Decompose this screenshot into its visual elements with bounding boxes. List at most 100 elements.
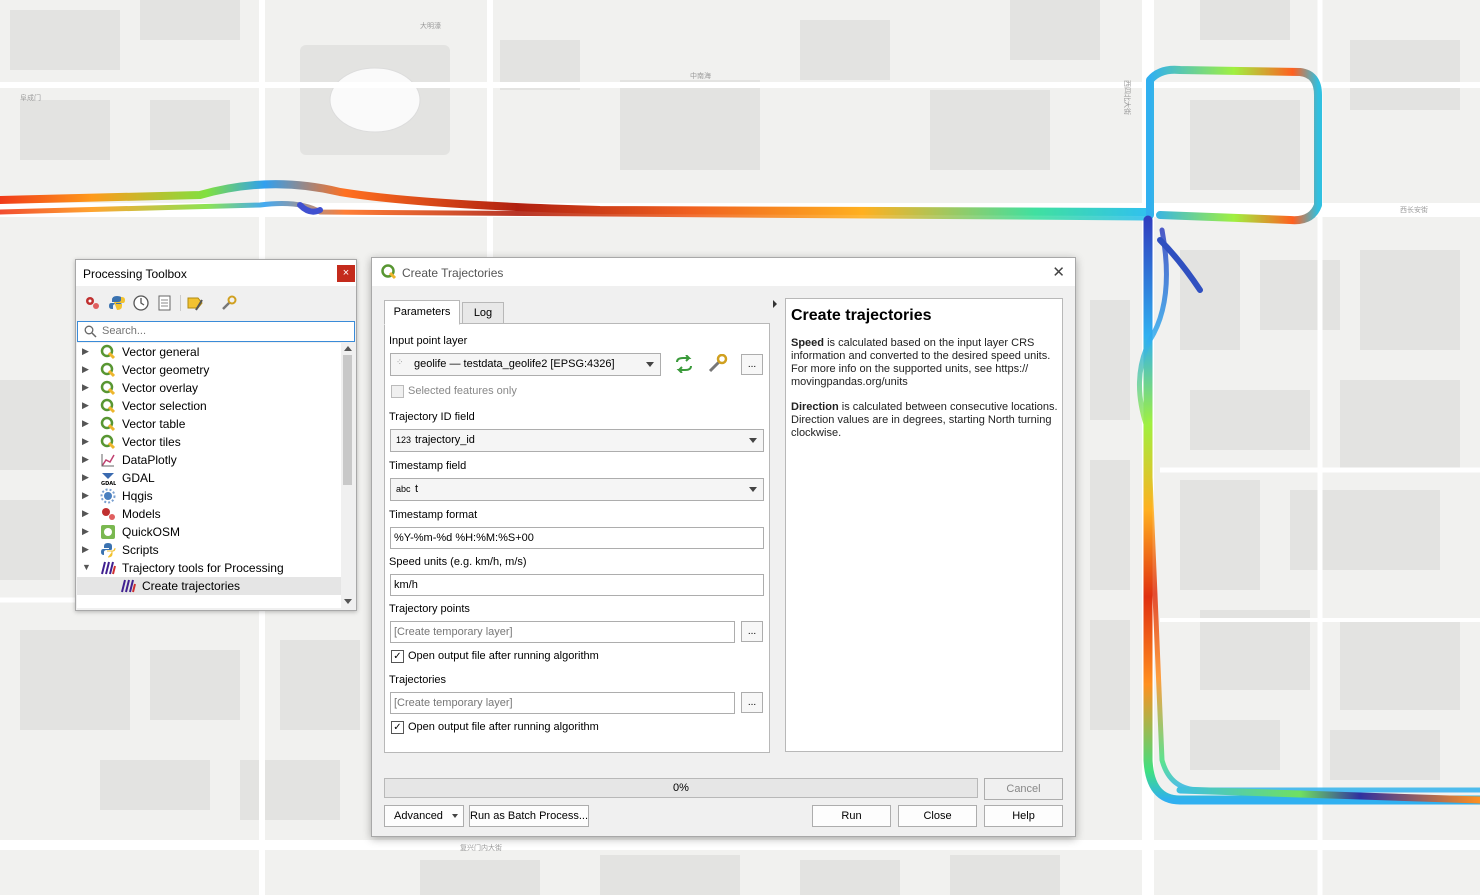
iterate-over-features-icon[interactable]	[673, 355, 695, 373]
qgis-icon	[100, 434, 116, 450]
expanded-arrow-icon[interactable]: ▼	[82, 562, 91, 572]
map-label: 中南海	[690, 71, 711, 80]
trajectories-browse-button[interactable]: ...	[741, 692, 763, 713]
dataplotly-icon	[101, 454, 115, 467]
collapsed-arrow-icon[interactable]: ▶	[82, 472, 89, 483]
qgis-icon	[100, 398, 116, 414]
toolbox-scrollbar[interactable]	[341, 343, 354, 608]
results-viewer-icon[interactable]	[156, 294, 174, 312]
edit-features-in-place-icon[interactable]	[186, 294, 204, 312]
tree-item-label: Vector tiles	[122, 435, 181, 449]
selected-features-label: Selected features only	[408, 385, 517, 397]
tree-item-label: Vector geometry	[122, 363, 210, 377]
tree-item-create-trajectories[interactable]: Create trajectories	[77, 577, 341, 595]
collapsed-arrow-icon[interactable]: ▶	[82, 346, 89, 357]
advanced-options-wrench-icon[interactable]	[707, 354, 729, 374]
trajectory-points-browse-button[interactable]: ...	[741, 621, 763, 642]
trajectory-icon	[101, 561, 116, 575]
cancel-button[interactable]: Cancel	[984, 778, 1063, 800]
trajectories-label: Trajectories	[389, 674, 447, 686]
input-layer-browse-button[interactable]: ...	[741, 354, 763, 375]
tree-group-models[interactable]: ▶ Models	[77, 505, 341, 523]
help-panel: Create trajectories Speed is calculated …	[785, 298, 1063, 752]
advanced-button[interactable]: Advanced	[384, 805, 464, 827]
toolbox-close-button[interactable]: ×	[337, 265, 355, 282]
trajectory-points-output[interactable]: [Create temporary layer]	[390, 621, 735, 643]
tree-group-dataplotly[interactable]: ▶ DataPlotly	[77, 451, 341, 469]
processing-toolbox-panel: Processing Toolbox × ▶ Vector general ▶ Vec…	[75, 259, 357, 611]
trajectory-points-label: Trajectory points	[389, 603, 470, 615]
collapsed-arrow-icon[interactable]: ▶	[82, 400, 89, 411]
python-icon[interactable]	[108, 294, 126, 312]
trajectory-id-select[interactable]: 123 trajectory_id	[390, 429, 764, 452]
dialog-title-bar[interactable]: Create Trajectories ✕	[372, 258, 1075, 286]
open-output-trajectories-checkbox[interactable]: ✓	[391, 721, 404, 734]
collapsed-arrow-icon[interactable]: ▶	[82, 544, 89, 555]
open-output-trajectories-label: Open output file after running algorithm	[408, 721, 599, 733]
input-layer-select[interactable]: ⁘ geolife — testdata_geolife2 [EPSG:4326…	[390, 353, 661, 376]
options-icon[interactable]	[220, 294, 238, 312]
tree-group-gdal[interactable]: ▶ GDAL GDAL	[77, 469, 341, 487]
help-direction-bold: Direction	[791, 401, 839, 413]
tree-group-scripts[interactable]: ▶ Scripts	[77, 541, 341, 559]
dialog-close-icon[interactable]: ✕	[1052, 263, 1065, 281]
run-batch-button[interactable]: Run as Batch Process...	[469, 805, 589, 827]
tree-item-label: DataPlotly	[122, 453, 177, 467]
scrollbar-thumb[interactable]	[343, 355, 352, 485]
toolbox-search-input[interactable]	[102, 323, 342, 339]
trajectories-placeholder: [Create temporary layer]	[394, 697, 513, 709]
help-button[interactable]: Help	[984, 805, 1063, 827]
open-output-points-checkbox[interactable]: ✓	[391, 650, 404, 663]
models-icon[interactable]	[83, 294, 101, 312]
help-title: Create trajectories	[791, 307, 932, 324]
timestamp-field-select[interactable]: abc t	[390, 478, 764, 501]
tree-item-label: Vector general	[122, 345, 200, 359]
python-icon	[101, 543, 116, 558]
tree-group-vector-table[interactable]: ▶ Vector table	[77, 415, 341, 433]
collapsed-arrow-icon[interactable]: ▶	[82, 436, 89, 447]
collapsed-arrow-icon[interactable]: ▶	[82, 508, 89, 519]
timestamp-format-value: %Y-%m-%d %H:%M:%S+00	[394, 532, 534, 544]
collapsed-arrow-icon[interactable]: ▶	[82, 526, 89, 537]
tab-parameters[interactable]: Parameters	[384, 300, 460, 325]
collapse-help-icon[interactable]	[773, 300, 777, 308]
collapsed-arrow-icon[interactable]: ▶	[82, 454, 89, 465]
tree-group-quickosm[interactable]: ▶ QuickOSM	[77, 523, 341, 541]
tree-group-vector-general[interactable]: ▶ Vector general	[77, 343, 341, 361]
close-button[interactable]: Close	[898, 805, 977, 827]
collapsed-arrow-icon[interactable]: ▶	[82, 490, 89, 501]
timestamp-format-input[interactable]: %Y-%m-%d %H:%M:%S+00	[390, 527, 764, 549]
toolbox-title-bar[interactable]: Processing Toolbox ×	[76, 260, 356, 286]
qgis-icon	[381, 264, 397, 280]
help-direction-paragraph: Direction is calculated between consecut…	[791, 401, 1059, 440]
toolbox-search[interactable]	[77, 321, 355, 342]
tree-group-vector-tiles[interactable]: ▶ Vector tiles	[77, 433, 341, 451]
input-layer-label: Input point layer	[389, 335, 468, 347]
scroll-down-icon[interactable]	[344, 599, 352, 604]
tab-log[interactable]: Log	[462, 302, 504, 324]
tree-group-vector-overlay[interactable]: ▶ Vector overlay	[77, 379, 341, 397]
qgis-icon	[100, 380, 116, 396]
scroll-up-icon[interactable]	[344, 346, 352, 351]
selected-features-checkbox[interactable]	[391, 385, 404, 398]
tree-group-hqgis[interactable]: ▶ Hqgis	[77, 487, 341, 505]
open-output-points-label: Open output file after running algorithm	[408, 650, 599, 662]
collapsed-arrow-icon[interactable]: ▶	[82, 418, 89, 429]
point-layer-icon: ⁘	[396, 357, 404, 367]
history-icon[interactable]	[132, 294, 150, 312]
collapsed-arrow-icon[interactable]: ▶	[82, 382, 89, 393]
tree-group-vector-geometry[interactable]: ▶ Vector geometry	[77, 361, 341, 379]
run-button[interactable]: Run	[812, 805, 891, 827]
qgis-icon	[100, 362, 116, 378]
tree-item-label: Vector overlay	[122, 381, 199, 395]
trajectory-icon	[121, 579, 136, 593]
collapsed-arrow-icon[interactable]: ▶	[82, 364, 89, 375]
speed-units-label: Speed units (e.g. km/h, m/s)	[389, 556, 527, 568]
algorithm-tree: ▶ Vector general ▶ Vector geometry ▶ Vector o…	[77, 343, 341, 608]
parameters-panel: Input point layer ⁘ geolife — testdata_g…	[384, 323, 770, 753]
tree-group-trajectory-tools-for-processing[interactable]: ▼ Trajectory tools for Processing	[77, 559, 341, 577]
create-trajectories-dialog: Create Trajectories ✕ Parameters Log Inp…	[371, 257, 1076, 837]
speed-units-input[interactable]: km/h	[390, 574, 764, 596]
trajectories-output[interactable]: [Create temporary layer]	[390, 692, 735, 714]
tree-group-vector-selection[interactable]: ▶ Vector selection	[77, 397, 341, 415]
